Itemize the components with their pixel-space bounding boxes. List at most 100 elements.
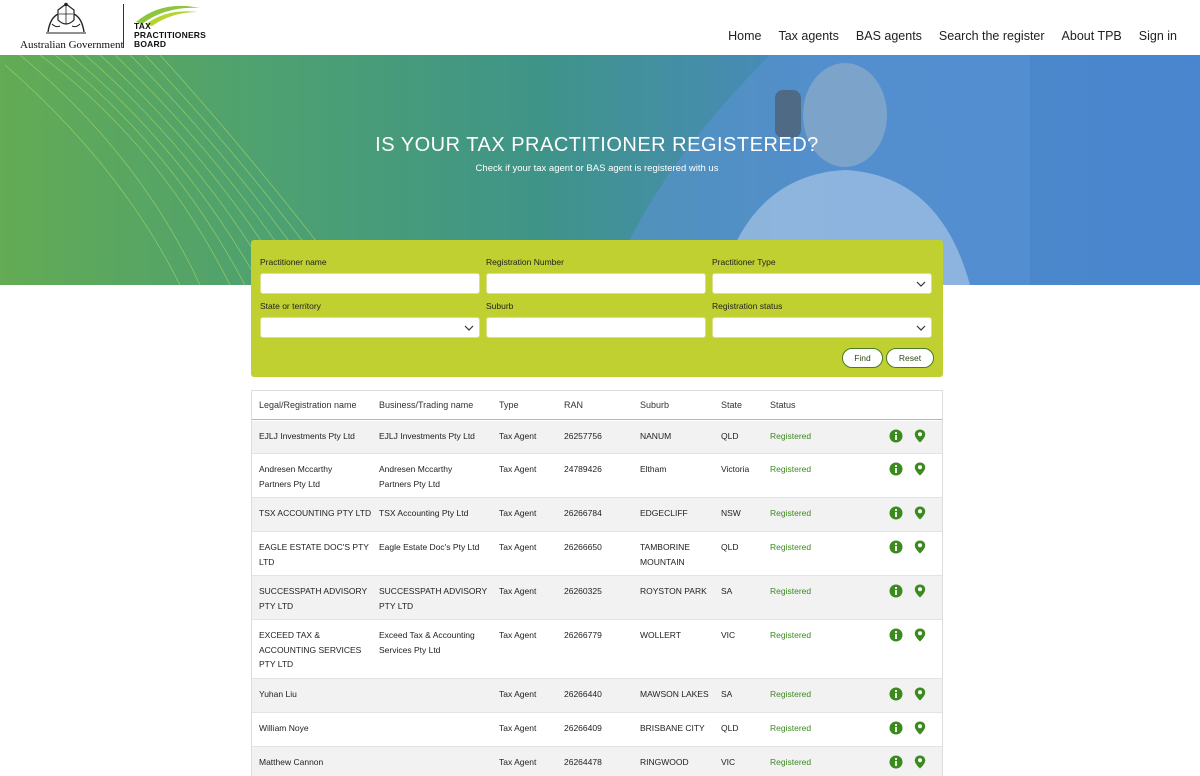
suburb-input[interactable] bbox=[487, 319, 705, 338]
column-header[interactable]: Business/Trading name bbox=[379, 400, 473, 410]
cell-line: ACCOUNTING SERVICES bbox=[259, 644, 362, 655]
location-pin-icon[interactable] bbox=[913, 506, 927, 520]
find-button[interactable]: Find bbox=[842, 348, 883, 368]
cell-status: Registered bbox=[770, 506, 840, 521]
cell-business: TSX Accounting Pty Ltd bbox=[379, 506, 494, 521]
registration-status-label: Registration status bbox=[712, 301, 783, 311]
location-pin-icon[interactable] bbox=[913, 721, 927, 735]
cell-business: Exceed Tax & Accounting Services Pty Ltd bbox=[379, 628, 494, 657]
practitioner-name-input[interactable] bbox=[261, 275, 479, 294]
column-header[interactable]: Status bbox=[770, 400, 796, 410]
cell-legal: EXCEED TAX & ACCOUNTING SERVICES PTY LTD bbox=[259, 628, 374, 672]
cell-line: TSX Accounting Pty Ltd bbox=[379, 508, 469, 518]
table-row[interactable]: EJLJ Investments Pty Ltd EJLJ Investments… bbox=[252, 421, 942, 454]
table-row[interactable]: TSX ACCOUNTING PTY LTD TSX Accounting Pty… bbox=[252, 498, 942, 532]
cell-line: LTD bbox=[259, 556, 275, 567]
cell-state: VIC bbox=[721, 628, 766, 643]
state-select[interactable] bbox=[260, 317, 480, 338]
cell-line: Registered bbox=[770, 723, 812, 733]
registration-status-select[interactable] bbox=[712, 317, 932, 338]
nav-sign-in[interactable]: Sign in bbox=[1139, 29, 1177, 43]
chevron-down-icon bbox=[464, 325, 474, 331]
cell-state: QLD bbox=[721, 721, 766, 736]
table-row[interactable]: EXCEED TAX & ACCOUNTING SERVICES PTY LTD Ex… bbox=[252, 620, 942, 679]
location-pin-icon[interactable] bbox=[913, 584, 927, 598]
cell-suburb: BRISBANE CITY bbox=[640, 721, 718, 736]
info-icon[interactable] bbox=[889, 584, 903, 598]
search-panel: Practitioner name Registration Number Pr… bbox=[251, 240, 943, 377]
info-icon[interactable] bbox=[889, 755, 903, 769]
cell-legal: EAGLE ESTATE DOC'S PTY LTD bbox=[259, 540, 374, 569]
info-icon[interactable] bbox=[889, 721, 903, 735]
cell-line: QLD bbox=[721, 542, 739, 552]
cell-business: Andresen Mccarthy Partners Pty Ltd bbox=[379, 462, 494, 491]
cell-line: EAGLE ESTATE DOC'S PTY bbox=[259, 542, 369, 552]
info-icon[interactable] bbox=[889, 429, 903, 443]
cell-state: Victoria bbox=[721, 462, 766, 477]
table-row[interactable]: SUCCESSPATH ADVISORY PTY LTD SUCCESSPATH A… bbox=[252, 576, 942, 620]
cell-status: Registered bbox=[770, 540, 840, 555]
cell-line: Exceed Tax & Accounting bbox=[379, 630, 475, 640]
location-pin-icon[interactable] bbox=[913, 540, 927, 554]
cell-legal: SUCCESSPATH ADVISORY PTY LTD bbox=[259, 584, 374, 613]
column-header[interactable]: Suburb bbox=[640, 400, 669, 410]
cell-legal: William Noye bbox=[259, 721, 374, 736]
cell-line: Registered bbox=[770, 689, 812, 699]
cell-line: Registered bbox=[770, 586, 812, 596]
cell-type: Tax Agent bbox=[499, 506, 559, 521]
location-pin-icon[interactable] bbox=[913, 462, 927, 476]
cell-ran: 26266779 bbox=[564, 628, 634, 643]
chevron-down-icon bbox=[916, 325, 926, 331]
nav-search-register[interactable]: Search the register bbox=[939, 29, 1045, 43]
cell-line: Tax Agent bbox=[499, 630, 537, 640]
suburb-field bbox=[486, 317, 706, 338]
table-row[interactable]: Matthew Cannon Tax Agent 26264478 RINGWOOD V… bbox=[252, 747, 942, 776]
hero-subtitle: Check if your tax agent or BAS agent is … bbox=[475, 163, 719, 174]
cell-state: SA bbox=[721, 687, 766, 702]
cell-line: Tax Agent bbox=[499, 723, 537, 733]
column-header[interactable]: Type bbox=[499, 400, 519, 410]
cell-business: SUCCESSPATH ADVISORY PTY LTD bbox=[379, 584, 494, 613]
location-pin-icon[interactable] bbox=[913, 755, 927, 769]
cell-line: Partners Pty Ltd bbox=[379, 478, 440, 489]
cell-line: NSW bbox=[721, 508, 741, 518]
cell-line: VIC bbox=[721, 630, 736, 640]
table-row[interactable]: Andresen Mccarthy Partners Pty Ltd Andrese… bbox=[252, 454, 942, 498]
cell-line: Eagle Estate Doc's Pty Ltd bbox=[379, 542, 480, 552]
location-pin-icon[interactable] bbox=[913, 628, 927, 642]
nav-home[interactable]: Home bbox=[728, 29, 761, 43]
table-row[interactable]: Yuhan Liu Tax Agent 26266440 MAWSON LAKES SA… bbox=[252, 679, 942, 713]
reset-button[interactable]: Reset bbox=[886, 348, 934, 368]
column-header[interactable]: Legal/Registration name bbox=[259, 400, 357, 410]
tpb-wordmark[interactable]: TAX PRACTITIONERS BOARD bbox=[134, 22, 206, 49]
nav-bas-agents[interactable]: BAS agents bbox=[856, 29, 922, 43]
cell-legal: Andresen Mccarthy Partners Pty Ltd bbox=[259, 462, 374, 491]
cell-line: TAMBORINE bbox=[640, 542, 690, 552]
cell-line: 24789426 bbox=[564, 464, 602, 474]
info-icon[interactable] bbox=[889, 628, 903, 642]
nav-tax-agents[interactable]: Tax agents bbox=[778, 29, 838, 43]
table-row[interactable]: EAGLE ESTATE DOC'S PTY LTD Eagle Estate Do… bbox=[252, 532, 942, 576]
location-pin-icon[interactable] bbox=[913, 429, 927, 443]
practitioner-type-label: Practitioner Type bbox=[712, 257, 776, 267]
cell-status: Registered bbox=[770, 628, 840, 643]
cell-business: EJLJ Investments Pty Ltd bbox=[379, 429, 494, 444]
table-row[interactable]: William Noye Tax Agent 26266409 BRISBANE CI… bbox=[252, 713, 942, 747]
hero-title: IS YOUR TAX PRACTITIONER REGISTERED? bbox=[375, 134, 819, 156]
cell-line: Victoria bbox=[721, 464, 750, 474]
australian-government-logo[interactable]: Australian Government bbox=[18, 2, 124, 51]
column-header[interactable]: RAN bbox=[564, 400, 583, 410]
cell-suburb: RINGWOOD bbox=[640, 755, 718, 770]
info-icon[interactable] bbox=[889, 506, 903, 520]
practitioner-name-field bbox=[260, 273, 480, 294]
info-icon[interactable] bbox=[889, 687, 903, 701]
column-header[interactable]: State bbox=[721, 400, 742, 410]
practitioner-type-select[interactable] bbox=[712, 273, 932, 294]
state-label: State or territory bbox=[260, 301, 321, 311]
location-pin-icon[interactable] bbox=[913, 687, 927, 701]
registration-number-input[interactable] bbox=[487, 275, 705, 294]
info-icon[interactable] bbox=[889, 462, 903, 476]
cell-status: Registered bbox=[770, 429, 840, 444]
nav-about-tpb[interactable]: About TPB bbox=[1062, 29, 1122, 43]
info-icon[interactable] bbox=[889, 540, 903, 554]
